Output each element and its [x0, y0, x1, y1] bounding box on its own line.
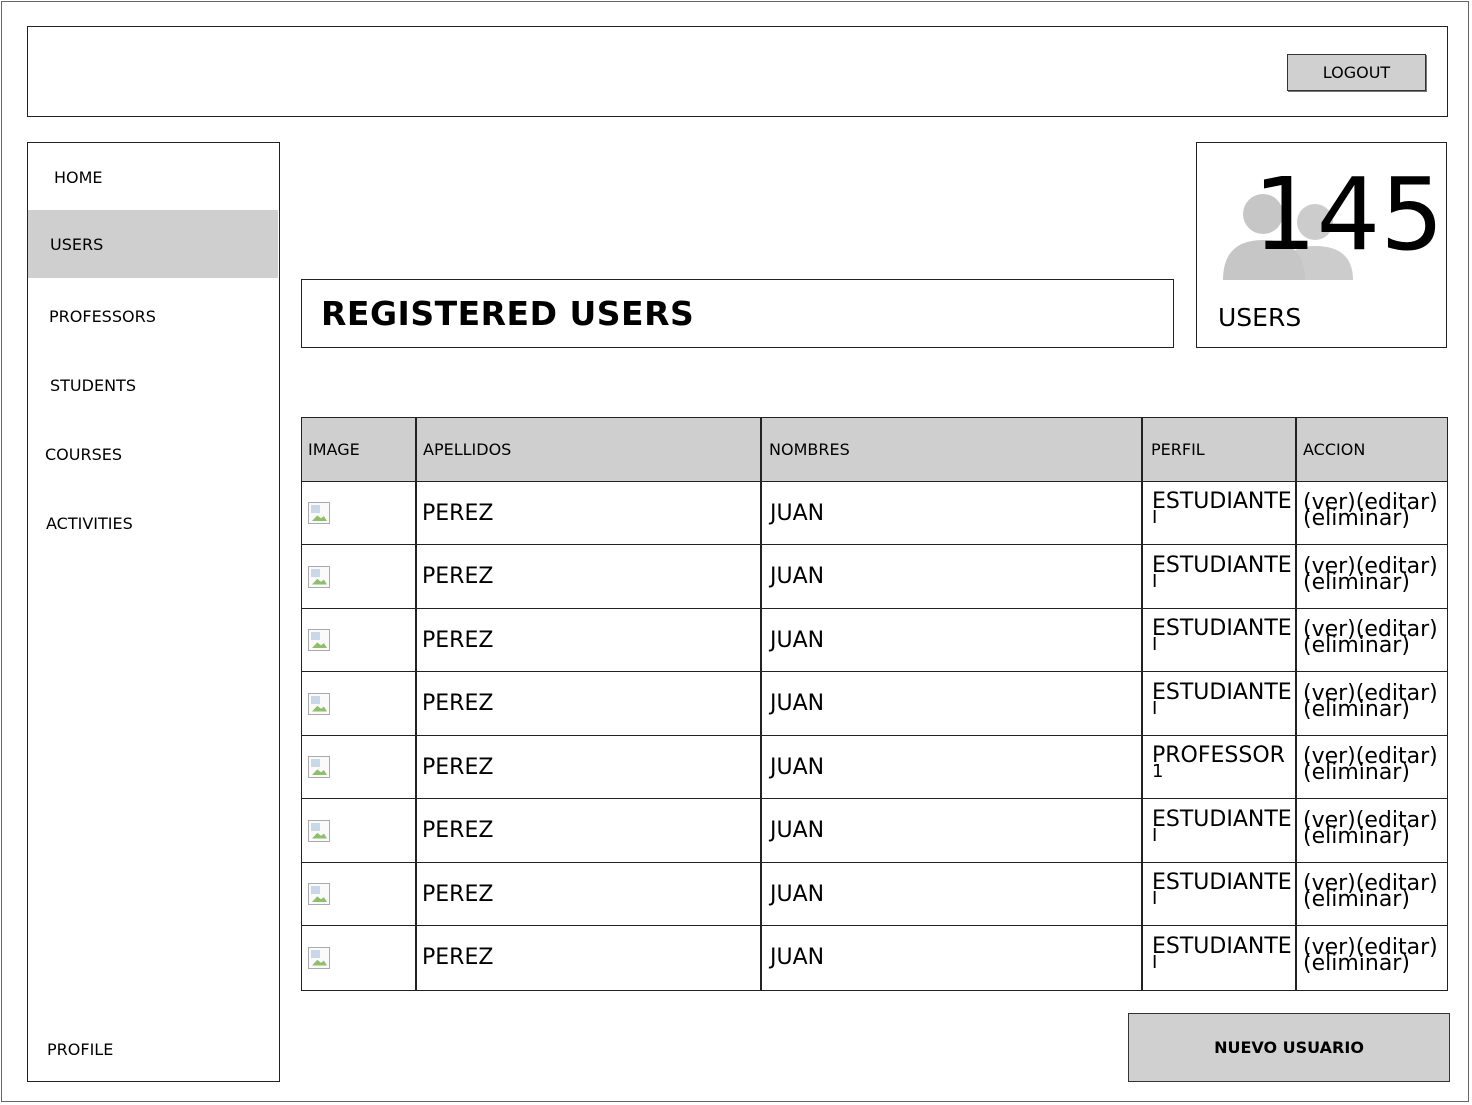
- logout-button[interactable]: LOGOUT: [1287, 54, 1426, 91]
- users-counter-card: 145 USERS: [1196, 142, 1447, 348]
- sidebar: HOME USERS PROFESSORS STUDENTS COURSES A…: [27, 142, 280, 1082]
- image-cell: [302, 546, 415, 608]
- perfil-cell: ESTUDIANTE I: [1146, 609, 1295, 671]
- delete-link[interactable]: (eliminar): [1303, 633, 1410, 658]
- table-row: PEREZ JUAN ESTUDIANTE I (ver)(editar) (elimin…: [302, 863, 1447, 926]
- users-table: IMAGE APELLIDOS NOMBRES PERFIL ACCION PE…: [301, 417, 1448, 991]
- delete-link[interactable]: (eliminar): [1303, 570, 1410, 595]
- image-cell: [302, 863, 415, 925]
- image-cell: [302, 673, 415, 735]
- sidebar-item-activities[interactable]: ACTIVITIES: [28, 489, 278, 557]
- perfil-text: ESTUDIANTE: [1152, 806, 1292, 832]
- new-user-button[interactable]: NUEVO USUARIO: [1128, 1013, 1450, 1082]
- top-header: [27, 26, 1448, 117]
- apellidos-cell: PEREZ: [422, 881, 494, 907]
- table-row: PEREZ JUAN ESTUDIANTE I (ver)(editar) (elimin…: [302, 482, 1447, 545]
- user-image-placeholder-icon: [308, 819, 330, 842]
- column-header-accion[interactable]: ACCION: [1297, 418, 1447, 480]
- apellidos-cell: PEREZ: [422, 945, 494, 970]
- accion-cell: (ver)(editar) (eliminar): [1298, 927, 1448, 989]
- delete-link[interactable]: (eliminar): [1303, 824, 1410, 849]
- perfil-cell: ESTUDIANTE I: [1146, 927, 1295, 989]
- image-cell: [302, 736, 415, 798]
- sidebar-item-students[interactable]: STUDENTS: [28, 351, 278, 419]
- apellidos-cell: PEREZ: [422, 500, 494, 526]
- column-divider: [1141, 418, 1143, 990]
- perfil-cell: ESTUDIANTE I: [1146, 482, 1295, 544]
- user-image-placeholder-icon: [308, 565, 330, 588]
- accion-cell: (ver)(editar) (eliminar): [1298, 863, 1448, 925]
- column-divider: [415, 418, 417, 990]
- column-divider: [1295, 418, 1297, 990]
- apellidos-cell: PEREZ: [422, 818, 494, 843]
- image-cell: [302, 609, 415, 671]
- perfil-text: ESTUDIANTE: [1152, 489, 1292, 514]
- delete-link[interactable]: (eliminar): [1303, 951, 1410, 976]
- users-count-label: USERS: [1218, 303, 1302, 332]
- column-header-image[interactable]: IMAGE: [302, 418, 416, 480]
- table-row: PEREZ JUAN ESTUDIANTE I (ver)(editar) (elimin…: [302, 927, 1447, 990]
- nombres-cell: JUAN: [770, 945, 825, 970]
- sidebar-item-home[interactable]: HOME: [28, 143, 278, 211]
- table-row: PEREZ JUAN PROFESSOR 1 (ver)(editar) (elimina…: [302, 736, 1447, 799]
- column-divider: [760, 418, 762, 990]
- sidebar-item-courses[interactable]: COURSES: [28, 420, 278, 488]
- user-image-placeholder-icon: [308, 883, 330, 905]
- nombres-cell: JUAN: [770, 500, 825, 526]
- sidebar-item-professors[interactable]: PROFESSORS: [28, 282, 278, 350]
- table-row: PEREZ JUAN ESTUDIANTE I (ver)(editar) (elimin…: [302, 800, 1447, 863]
- user-image-placeholder-icon: [308, 946, 330, 969]
- perfil-cell: ESTUDIANTE I: [1146, 546, 1295, 608]
- sidebar-item-profile[interactable]: PROFILE: [28, 1015, 278, 1083]
- nombres-cell: JUAN: [770, 691, 825, 716]
- nombres-cell: JUAN: [770, 818, 825, 843]
- table-row: PEREZ JUAN ESTUDIANTE I (ver)(editar) (elimin…: [302, 609, 1447, 672]
- perfil-text: ESTUDIANTE: [1152, 933, 1292, 959]
- delete-link[interactable]: (eliminar): [1303, 506, 1410, 531]
- perfil-cell: ESTUDIANTE I: [1146, 863, 1295, 925]
- user-image-placeholder-icon: [308, 692, 330, 715]
- column-header-perfil[interactable]: PERFIL: [1145, 418, 1297, 480]
- nombres-cell: JUAN: [770, 881, 825, 907]
- perfil-text: ESTUDIANTE: [1152, 870, 1292, 895]
- column-header-nombres[interactable]: NOMBRES: [763, 418, 1143, 480]
- accion-cell: (ver)(editar) (eliminar): [1298, 673, 1448, 735]
- perfil-text: ESTUDIANTE: [1152, 616, 1292, 641]
- apellidos-cell: PEREZ: [422, 627, 494, 653]
- perfil-text: ESTUDIANTE: [1152, 679, 1292, 705]
- page-title: REGISTERED USERS: [321, 294, 695, 333]
- accion-cell: (ver)(editar) (eliminar): [1298, 800, 1448, 862]
- sidebar-item-users[interactable]: USERS: [28, 210, 278, 278]
- accion-cell: (ver)(editar) (eliminar): [1298, 546, 1448, 608]
- apellidos-cell: PEREZ: [422, 691, 494, 716]
- table-row: PEREZ JUAN ESTUDIANTE I (ver)(editar) (elimin…: [302, 546, 1447, 609]
- table-row: PEREZ JUAN ESTUDIANTE I (ver)(editar) (elimin…: [302, 673, 1447, 736]
- table-header: IMAGE APELLIDOS NOMBRES PERFIL ACCION: [302, 418, 1447, 482]
- accion-cell: (ver)(editar) (eliminar): [1298, 736, 1448, 798]
- accion-cell: (ver)(editar) (eliminar): [1298, 482, 1448, 544]
- delete-link[interactable]: (eliminar): [1303, 760, 1410, 785]
- column-header-apellidos[interactable]: APELLIDOS: [417, 418, 761, 480]
- perfil-text: PROFESSOR: [1152, 743, 1285, 768]
- nombres-cell: JUAN: [770, 564, 825, 589]
- image-cell: [302, 927, 415, 989]
- delete-link[interactable]: (eliminar): [1303, 697, 1410, 722]
- users-count: 145: [1253, 156, 1444, 273]
- user-image-placeholder-icon: [308, 502, 330, 524]
- image-cell: [302, 800, 415, 862]
- image-cell: [302, 482, 415, 544]
- nombres-cell: JUAN: [770, 627, 825, 653]
- apellidos-cell: PEREZ: [422, 564, 494, 589]
- delete-link[interactable]: (eliminar): [1303, 887, 1410, 912]
- perfil-cell: PROFESSOR 1: [1146, 736, 1295, 798]
- perfil-text: ESTUDIANTE: [1152, 552, 1292, 578]
- nombres-cell: JUAN: [770, 754, 825, 780]
- user-image-placeholder-icon: [308, 756, 330, 778]
- perfil-cell: ESTUDIANTE I: [1146, 800, 1295, 862]
- apellidos-cell: PEREZ: [422, 754, 494, 780]
- perfil-cell: ESTUDIANTE I: [1146, 673, 1295, 735]
- page-title-box: REGISTERED USERS: [301, 279, 1174, 348]
- accion-cell: (ver)(editar) (eliminar): [1298, 609, 1448, 671]
- user-image-placeholder-icon: [308, 629, 330, 651]
